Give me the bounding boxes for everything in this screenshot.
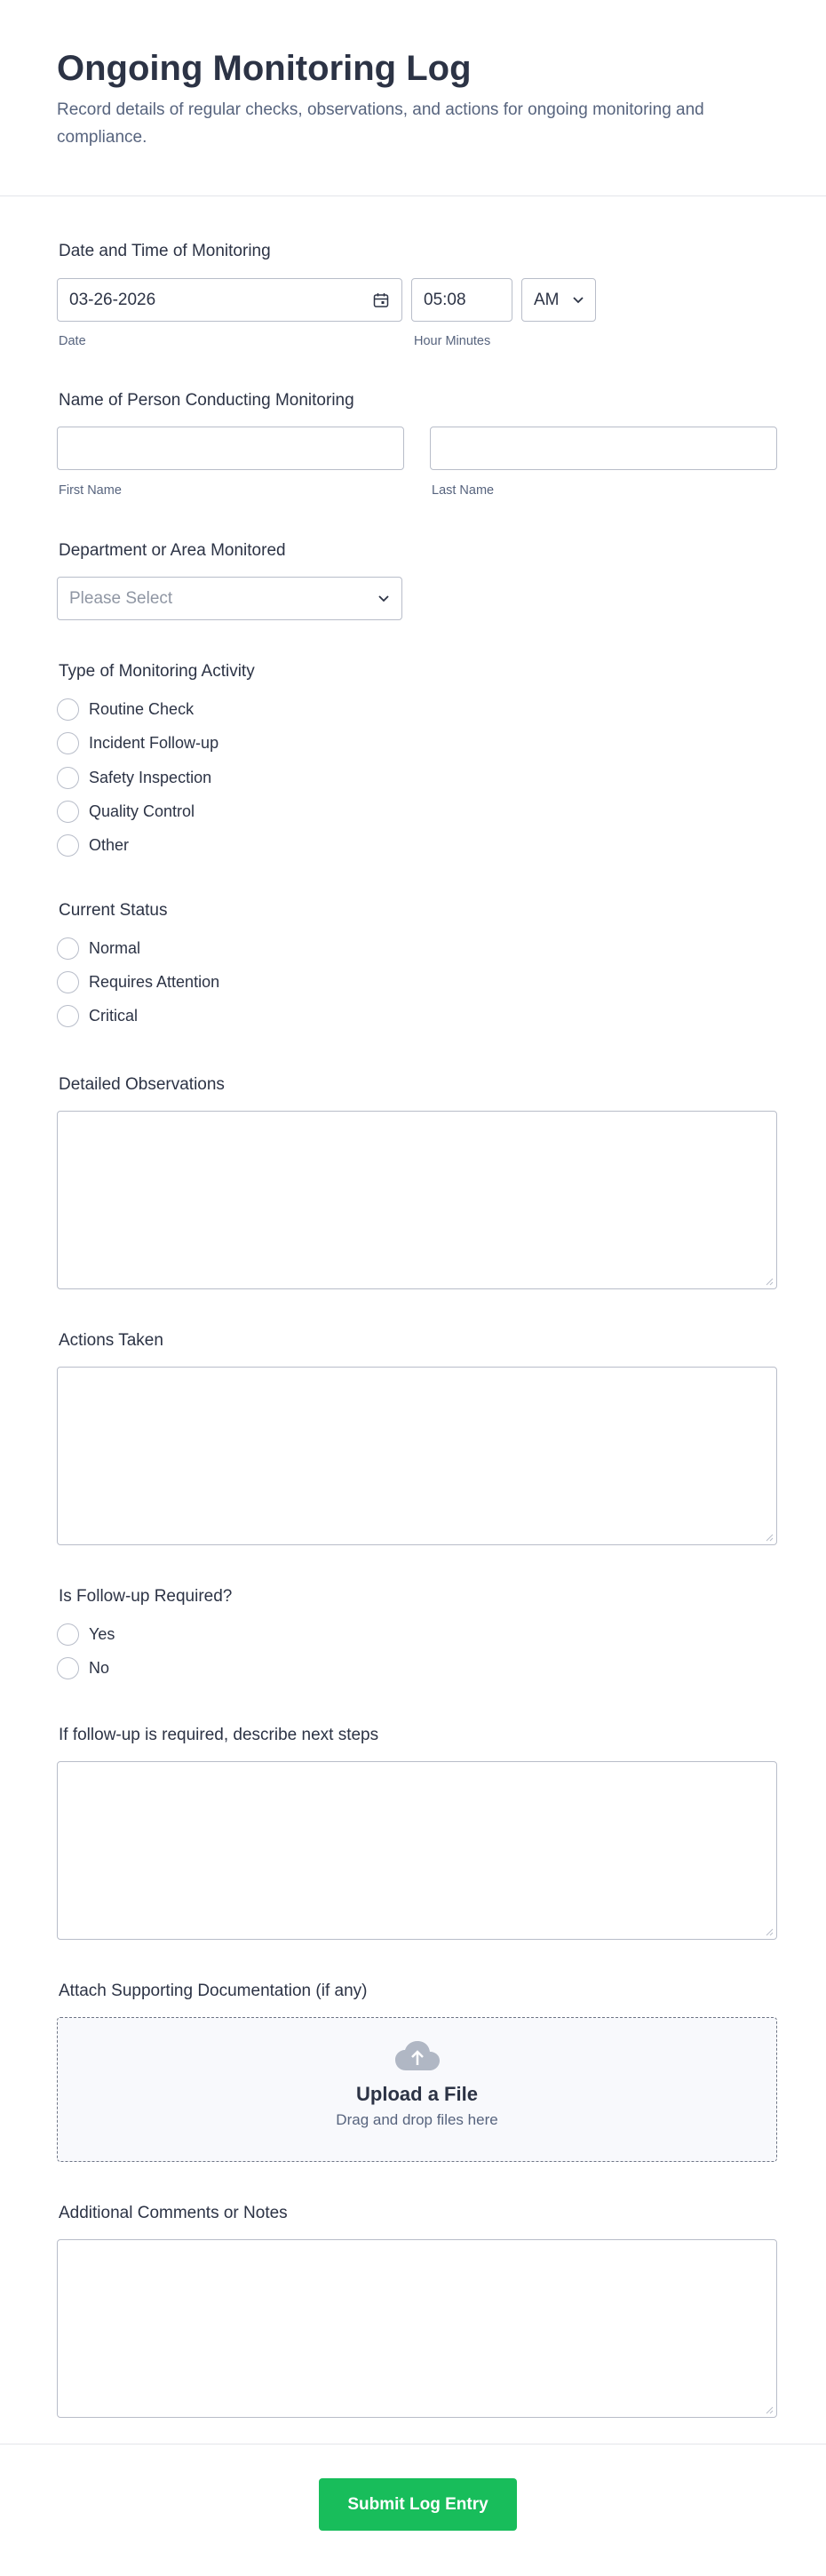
actions-field: Actions Taken: [57, 1330, 777, 1552]
form-footer: Submit Log Entry: [0, 2444, 826, 2576]
option-label: No: [89, 1659, 110, 1677]
date-sublabel: Date: [59, 334, 86, 348]
option-label: Normal: [89, 939, 141, 957]
actions-textarea[interactable]: [57, 1367, 777, 1545]
followup-field: Is Follow-up Required? Yes No: [57, 1586, 777, 1684]
radio-button[interactable]: [57, 1004, 79, 1027]
comments-label: Additional Comments or Notes: [59, 2204, 288, 2222]
option-label: Other: [89, 836, 130, 854]
department-label: Department or Area Monitored: [59, 541, 286, 560]
radio-button[interactable]: [57, 937, 79, 960]
person-name-label: Name of Person Conducting Monitoring: [59, 391, 354, 410]
status-label: Current Status: [59, 901, 168, 920]
department-placeholder: Please Select: [69, 589, 173, 608]
date-value: 03-26-2026: [69, 291, 156, 309]
resize-grip-icon[interactable]: [765, 1927, 774, 1936]
radio-button[interactable]: [57, 766, 79, 789]
followup-option-no[interactable]: No: [57, 1655, 109, 1680]
followup-option-yes[interactable]: Yes: [57, 1622, 115, 1647]
time-value: 05:08: [424, 291, 466, 309]
chevron-down-icon: [573, 297, 584, 304]
last-name-sublabel: Last Name: [432, 483, 495, 498]
attachment-field: Attach Supporting Documentation (if any)…: [57, 1981, 777, 2176]
cloud-upload-icon: [394, 2041, 440, 2070]
status-option-critical[interactable]: Critical: [57, 1003, 138, 1028]
option-label: Quality Control: [89, 802, 195, 820]
followup-label: Is Follow-up Required?: [59, 1587, 233, 1606]
radio-button[interactable]: [57, 731, 79, 754]
activity-label: Type of Monitoring Activity: [59, 662, 255, 681]
next-steps-field: If follow-up is required, describe next …: [57, 1725, 777, 1947]
ampm-select[interactable]: AM: [521, 278, 596, 322]
page-subtitle: Record details of regular checks, observ…: [57, 100, 704, 147]
activity-option-safety-inspection[interactable]: Safety Inspection: [57, 765, 211, 790]
option-label: Safety Inspection: [89, 769, 212, 786]
radio-button[interactable]: [57, 970, 79, 993]
time-input[interactable]: 05:08: [411, 278, 512, 322]
submit-button[interactable]: Submit Log Entry: [319, 2478, 517, 2531]
option-label: Routine Check: [89, 700, 195, 718]
actions-label: Actions Taken: [59, 1331, 163, 1350]
first-name-sublabel: First Name: [59, 483, 122, 498]
radio-button[interactable]: [57, 698, 79, 721]
ampm-value: AM: [534, 291, 560, 309]
status-option-requires-attention[interactable]: Requires Attention: [57, 969, 219, 994]
comments-field: Additional Comments or Notes: [57, 2203, 777, 2425]
upload-subtitle: Drag and drop files here: [336, 2111, 498, 2128]
resize-grip-icon[interactable]: [765, 1533, 774, 1542]
department-field: Department or Area Monitored Please Sele…: [57, 540, 777, 629]
next-steps-label: If follow-up is required, describe next …: [59, 1726, 379, 1744]
status-field: Current Status Normal Requires Attention…: [57, 900, 777, 1028]
observations-textarea[interactable]: [57, 1111, 777, 1289]
radio-button[interactable]: [57, 800, 79, 823]
page-title: Ongoing Monitoring Log: [57, 49, 472, 88]
calendar-icon[interactable]: [373, 292, 389, 308]
radio-button[interactable]: [57, 1623, 79, 1646]
file-dropzone[interactable]: Upload a File Drag and drop files here: [57, 2017, 777, 2162]
date-input[interactable]: 03-26-2026: [57, 278, 402, 322]
resize-grip-icon[interactable]: [765, 2405, 774, 2414]
monitoring-form: Date and Time of Monitoring 03-26-2026 D…: [0, 196, 826, 2442]
first-name-input[interactable]: [57, 427, 404, 470]
activity-option-routine-check[interactable]: Routine Check: [57, 697, 194, 722]
chevron-down-icon: [378, 595, 389, 602]
person-name-field: Name of Person Conducting Monitoring Fir…: [57, 390, 777, 523]
observations-label: Detailed Observations: [59, 1075, 225, 1094]
status-option-normal[interactable]: Normal: [57, 936, 140, 961]
option-label: Critical: [89, 1007, 139, 1025]
next-steps-textarea[interactable]: [57, 1761, 777, 1940]
comments-textarea[interactable]: [57, 2239, 777, 2418]
datetime-field: Date and Time of Monitoring 03-26-2026 D…: [57, 241, 777, 374]
activity-option-incident-follow-up[interactable]: Incident Follow-up: [57, 730, 218, 755]
option-label: Incident Follow-up: [89, 734, 219, 752]
department-select[interactable]: Please Select: [57, 577, 402, 620]
activity-option-other[interactable]: Other: [57, 833, 129, 857]
attachment-label: Attach Supporting Documentation (if any): [59, 1982, 368, 2000]
radio-button[interactable]: [57, 1656, 79, 1679]
time-sublabel: Hour Minutes: [414, 334, 491, 348]
option-label: Yes: [89, 1625, 115, 1643]
upload-title: Upload a File: [356, 2083, 478, 2105]
activity-option-quality-control[interactable]: Quality Control: [57, 799, 195, 824]
form-header: Ongoing Monitoring Log Record details of…: [0, 0, 826, 196]
resize-grip-icon[interactable]: [765, 1277, 774, 1286]
observations-field: Detailed Observations: [57, 1074, 777, 1296]
last-name-input[interactable]: [430, 427, 777, 470]
activity-field: Type of Monitoring Activity Routine Chec…: [57, 661, 777, 857]
radio-button[interactable]: [57, 833, 79, 857]
option-label: Requires Attention: [89, 973, 220, 991]
datetime-label: Date and Time of Monitoring: [59, 242, 271, 260]
